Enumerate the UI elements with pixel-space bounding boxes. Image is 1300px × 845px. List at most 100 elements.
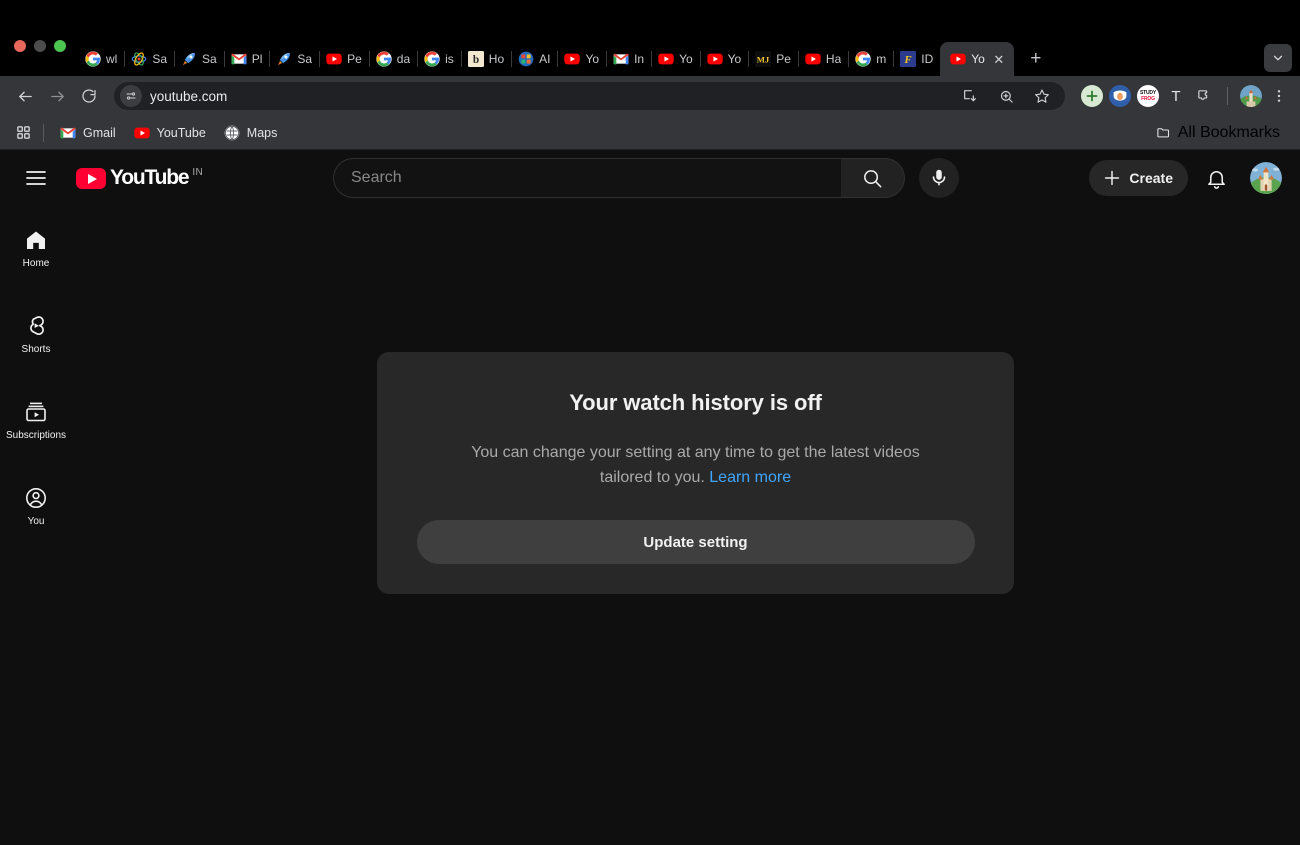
chevron-down-icon[interactable] [1264, 44, 1292, 72]
browser-tab[interactable]: is [417, 42, 462, 76]
youtube-wordmark: YouTube [110, 166, 190, 189]
youtube-masthead: YouTube IN Search Create [0, 150, 1300, 206]
shorts-icon [24, 314, 48, 338]
rocket-favicon-icon [181, 51, 197, 67]
plus-extension-icon[interactable] [1081, 85, 1103, 107]
sidebar-item-label: Subscriptions [5, 430, 67, 441]
browser-tab[interactable]: MJ Pe [748, 42, 799, 76]
browser-tab[interactable]: Sa [124, 42, 176, 76]
sidebar-item-shorts[interactable]: Shorts [4, 298, 68, 368]
studyfrog-extension-icon[interactable]: STUDY FROG [1137, 85, 1159, 107]
browser-tab[interactable]: Sa [269, 42, 321, 76]
youtube-play-icon [76, 168, 106, 189]
profile-avatar-toolbar[interactable] [1240, 85, 1262, 107]
tab-title: is [445, 52, 454, 66]
search-button[interactable] [841, 158, 905, 198]
rocket-favicon-icon [276, 51, 292, 67]
browser-tab[interactable]: da [369, 42, 419, 76]
titlebar [0, 0, 1300, 30]
card-description-text: You can change your setting at any time … [471, 444, 920, 486]
tab-title: wl [106, 52, 118, 66]
minimize-window-button[interactable] [34, 40, 46, 52]
tab-title: Ha [825, 52, 842, 66]
hamburger-menu-icon[interactable] [16, 158, 56, 198]
browser-tab[interactable]: Pl [224, 42, 271, 76]
shield-extension-icon[interactable] [1109, 85, 1131, 107]
google-g-favicon-icon [85, 51, 101, 67]
tune-icon[interactable] [120, 85, 142, 107]
tab-title: Pe [776, 52, 791, 66]
bell-icon [1205, 167, 1228, 190]
gmail-favicon-icon [60, 125, 76, 141]
text-extension-icon[interactable]: T [1165, 85, 1187, 107]
bookmark-label: Gmail [83, 125, 116, 140]
browser-tab[interactable]: F ID [893, 42, 942, 76]
close-tab-icon[interactable]: ✕ [990, 50, 1008, 68]
reload-icon[interactable] [74, 81, 104, 111]
bookmark-item[interactable]: Gmail [52, 121, 124, 145]
puzzle-extensions-icon[interactable] [1193, 85, 1215, 107]
sidebar-item-you[interactable]: You [4, 470, 68, 540]
search-input[interactable]: Search [333, 158, 841, 198]
bookmark-item[interactable]: YouTube [126, 121, 214, 145]
tab-list: wl Sa Sa Pl Sa Pe da is b Ho AI Yo In Yo Yo MJ Pe Ha m F ID Y… [78, 30, 1014, 76]
browser-tab[interactable]: AI [511, 42, 559, 76]
browser-tab[interactable]: wl [78, 42, 126, 76]
youtube-logo[interactable]: YouTube IN [70, 166, 203, 190]
close-window-button[interactable] [14, 40, 26, 52]
browser-tab[interactable]: Yo [651, 42, 701, 76]
browser-tab[interactable]: Ha [798, 42, 850, 76]
zoom-icon[interactable] [991, 81, 1021, 111]
atom-favicon-icon [131, 51, 147, 67]
masthead-center: Search [333, 158, 959, 198]
svg-text:MJ: MJ [757, 54, 770, 64]
bookmark-label: YouTube [156, 125, 206, 140]
install-icon[interactable] [955, 81, 985, 111]
tab-title: Yo [585, 52, 600, 66]
bookmark-items: Gmail YouTube Maps [52, 121, 285, 145]
update-setting-button[interactable]: Update setting [416, 520, 975, 564]
tab-title: Yo [971, 52, 985, 66]
maximize-window-button[interactable] [54, 40, 66, 52]
tab-title: Yo [727, 52, 742, 66]
browser-tab[interactable]: Yo [557, 42, 608, 76]
browser-tab[interactable]: Pe [319, 42, 370, 76]
gmail-favicon-icon [613, 51, 629, 67]
sidebar-item-home[interactable]: Home [4, 212, 68, 282]
tab-title: m [876, 52, 887, 66]
sidebar-item-label: Home [22, 258, 50, 269]
star-icon[interactable] [1027, 81, 1057, 111]
browser-toolbar: youtube.com STUDY FROG T [0, 76, 1300, 116]
back-arrow-icon[interactable] [10, 81, 40, 111]
learn-more-link[interactable]: Learn more [709, 469, 791, 486]
forward-arrow-icon[interactable] [42, 81, 72, 111]
svg-text:F: F [904, 55, 912, 66]
address-bar[interactable]: youtube.com [114, 82, 1065, 110]
browser-tab[interactable]: In [606, 42, 653, 76]
create-button[interactable]: Create [1089, 160, 1188, 196]
card-title: Your watch history is off [569, 390, 822, 415]
browser-tab[interactable]: b Ho [461, 42, 513, 76]
sidebar-item-label: Shorts [21, 344, 51, 355]
browser-tab[interactable]: Yo [700, 42, 750, 76]
tab-title: ID [921, 52, 934, 66]
maps-favicon-icon [224, 125, 240, 141]
bookmark-item[interactable]: Maps [216, 121, 286, 145]
user-avatar[interactable] [1250, 162, 1282, 194]
sidebar-item-subscriptions[interactable]: Subscriptions [4, 384, 68, 454]
apps-grid-icon[interactable] [12, 121, 35, 144]
voice-search-button[interactable] [919, 158, 959, 198]
all-bookmarks-button[interactable]: All Bookmarks [1148, 120, 1288, 146]
browser-tab-active[interactable]: Yo ✕ [940, 42, 1014, 76]
tab-title: Sa [202, 52, 217, 66]
browser-tab[interactable]: m [848, 42, 895, 76]
browser-tab[interactable]: Sa [174, 42, 225, 76]
search-placeholder: Search [351, 169, 402, 186]
kebab-menu-icon[interactable] [1268, 81, 1290, 111]
gmail-favicon-icon [231, 51, 247, 67]
notifications-button[interactable] [1196, 158, 1236, 198]
youtube-mini-guide: Home Shorts Subscriptions You [0, 206, 72, 556]
tab-title: Ho [488, 52, 505, 66]
browser-window: wl Sa Sa Pl Sa Pe da is b Ho AI Yo In Yo Yo MJ Pe Ha m F ID Y… [0, 0, 1300, 845]
new-tab-button[interactable]: + [1022, 45, 1050, 73]
